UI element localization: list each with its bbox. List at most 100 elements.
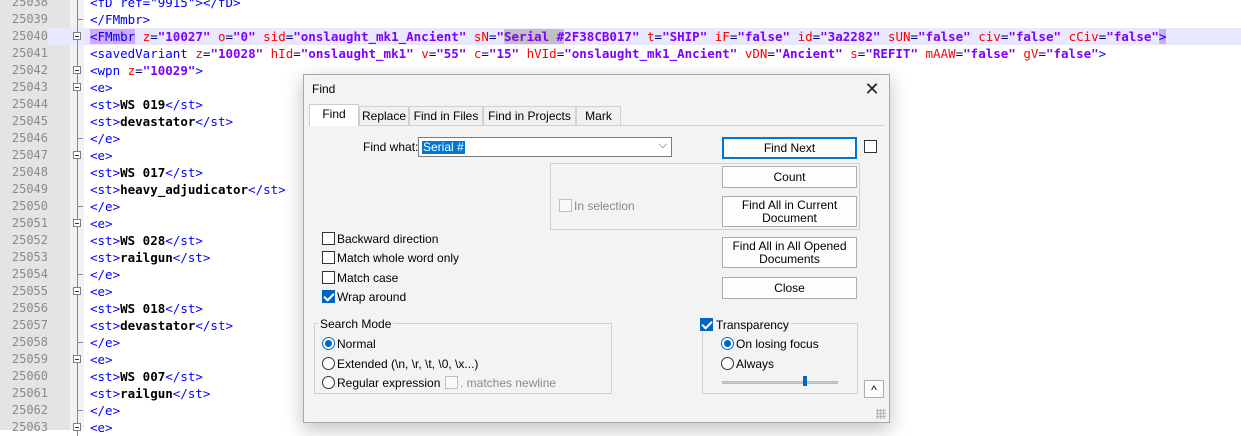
fold-end-icon bbox=[77, 410, 83, 411]
code-token: <st> bbox=[90, 318, 121, 333]
on-losing-focus-radio[interactable] bbox=[721, 337, 734, 350]
find-all-current-document-button[interactable]: Find All in Current Document bbox=[722, 196, 857, 227]
transparency-slider[interactable] bbox=[722, 381, 838, 384]
tab-replace[interactable]: Replace bbox=[359, 106, 409, 125]
find-all-opened-documents-button[interactable]: Find All in All Opened Documents bbox=[722, 237, 857, 268]
line-number: 25046 bbox=[11, 131, 48, 145]
line-number: 25063 bbox=[11, 420, 48, 434]
code-token: WS 019 bbox=[120, 97, 166, 112]
matches-newline-checkbox[interactable] bbox=[445, 376, 458, 389]
tab-find-in-projects[interactable]: Find in Projects bbox=[483, 106, 576, 125]
backward-direction-checkbox[interactable] bbox=[322, 232, 335, 245]
code-token: "false" bbox=[963, 46, 1016, 61]
search-mode-extended-radio[interactable] bbox=[322, 357, 335, 370]
tab-find-in-files[interactable]: Find in Files bbox=[409, 106, 483, 125]
code-text: </e> bbox=[90, 402, 120, 419]
code-text: </e> bbox=[90, 198, 120, 215]
fold-end-icon bbox=[77, 138, 83, 139]
fold-end-icon bbox=[77, 206, 83, 207]
resize-grip[interactable] bbox=[876, 409, 886, 419]
code-token: </e> bbox=[90, 131, 121, 146]
code-token: = bbox=[225, 29, 234, 44]
code-token: = bbox=[135, 63, 143, 78]
chevron-down-icon[interactable]: ⌵ bbox=[659, 139, 667, 152]
fold-line bbox=[77, 45, 78, 62]
wrap-around-checkbox[interactable] bbox=[322, 290, 335, 303]
fold-toggle-icon[interactable] bbox=[73, 83, 81, 91]
line-number: 25053 bbox=[11, 250, 48, 264]
in-selection-checkbox[interactable] bbox=[559, 199, 572, 212]
always-label: Always bbox=[736, 357, 775, 371]
line-number: 25044 bbox=[11, 97, 48, 111]
code-text: <e> bbox=[90, 215, 113, 232]
code-token: Serial # bbox=[504, 29, 565, 44]
code-token: <savedVariant bbox=[90, 46, 188, 61]
code-text: </e> bbox=[90, 130, 120, 147]
dialog-titlebar[interactable]: Find ✕ bbox=[304, 75, 889, 103]
transparency-slider-thumb[interactable] bbox=[803, 376, 807, 386]
tab-mark[interactable]: Mark bbox=[576, 106, 621, 125]
line-number: 25045 bbox=[11, 114, 48, 128]
code-token: mAAW bbox=[925, 46, 956, 61]
code-line[interactable]: 25039 </FMmbr> bbox=[0, 11, 1241, 28]
fold-toggle-icon[interactable] bbox=[73, 219, 81, 227]
fold-toggle-icon[interactable] bbox=[73, 32, 81, 40]
code-token: cCiv bbox=[1068, 29, 1099, 44]
count-button[interactable]: Count bbox=[722, 166, 857, 188]
fold-toggle-icon[interactable] bbox=[73, 66, 81, 74]
code-text: <st>WS 017</st> bbox=[90, 164, 203, 181]
line-number: 25038 bbox=[11, 0, 48, 9]
code-token: hId bbox=[270, 46, 294, 61]
code-token: </st> bbox=[172, 250, 211, 265]
match-whole-word-checkbox[interactable] bbox=[322, 251, 335, 264]
in-selection-label: In selection bbox=[574, 199, 635, 213]
search-mode-regex-radio[interactable] bbox=[322, 376, 335, 389]
code-text: <e> bbox=[90, 351, 113, 368]
code-token: s bbox=[850, 46, 858, 61]
code-token: </st> bbox=[165, 165, 203, 180]
match-case-label: Match case bbox=[337, 271, 399, 285]
code-token: <e> bbox=[90, 284, 113, 299]
code-token: <st> bbox=[90, 182, 121, 197]
code-token: <st> bbox=[90, 233, 121, 248]
code-token: = bbox=[654, 29, 663, 44]
code-token: </st> bbox=[248, 182, 286, 197]
fold-toggle-icon[interactable] bbox=[73, 287, 81, 295]
collapse-toggle-button[interactable]: ^ bbox=[864, 380, 884, 398]
always-radio[interactable] bbox=[721, 357, 734, 370]
fold-line bbox=[77, 113, 78, 130]
find-next-option-checkbox[interactable] bbox=[864, 140, 877, 153]
code-token: <e> bbox=[90, 216, 113, 231]
fold-line bbox=[77, 232, 78, 249]
close-icon[interactable]: ✕ bbox=[859, 77, 885, 101]
tab-find[interactable]: Find bbox=[309, 104, 359, 126]
find-what-combobox[interactable]: Serial # ⌵ bbox=[418, 137, 672, 157]
line-number: 25061 bbox=[11, 386, 48, 400]
transparency-checkbox[interactable] bbox=[700, 318, 713, 331]
code-token: </e> bbox=[90, 335, 121, 350]
code-line[interactable]: 25038 <fD ref="9915"></fD> bbox=[0, 0, 1241, 11]
code-text: <savedVariant z="10028" hId="onslaught_m… bbox=[90, 45, 1106, 62]
code-line[interactable]: 25041 <savedVariant z="10028" hId="onslau… bbox=[0, 45, 1241, 62]
close-button[interactable]: Close bbox=[722, 277, 857, 299]
code-line[interactable]: 25040 <FMmbr z="10027" o="0" sid="onslaug… bbox=[0, 28, 1241, 45]
code-text: </e> bbox=[90, 266, 120, 283]
search-mode-normal-radio[interactable] bbox=[322, 337, 335, 350]
fold-end-icon bbox=[77, 19, 83, 20]
code-token: > bbox=[195, 63, 203, 78]
find-what-input[interactable]: Serial # bbox=[422, 141, 465, 154]
code-text: <fD ref="9915"></fD> bbox=[90, 0, 241, 11]
fold-toggle-icon[interactable] bbox=[73, 151, 81, 159]
code-token: </st> bbox=[172, 386, 211, 401]
find-next-button[interactable]: Find Next bbox=[722, 137, 857, 159]
match-case-checkbox[interactable] bbox=[322, 271, 335, 284]
line-number: 25055 bbox=[11, 284, 48, 298]
fold-end-icon bbox=[77, 274, 83, 275]
fold-toggle-icon[interactable] bbox=[73, 355, 81, 363]
code-token: WS 017 bbox=[120, 165, 166, 180]
code-token: hVId bbox=[526, 46, 557, 61]
